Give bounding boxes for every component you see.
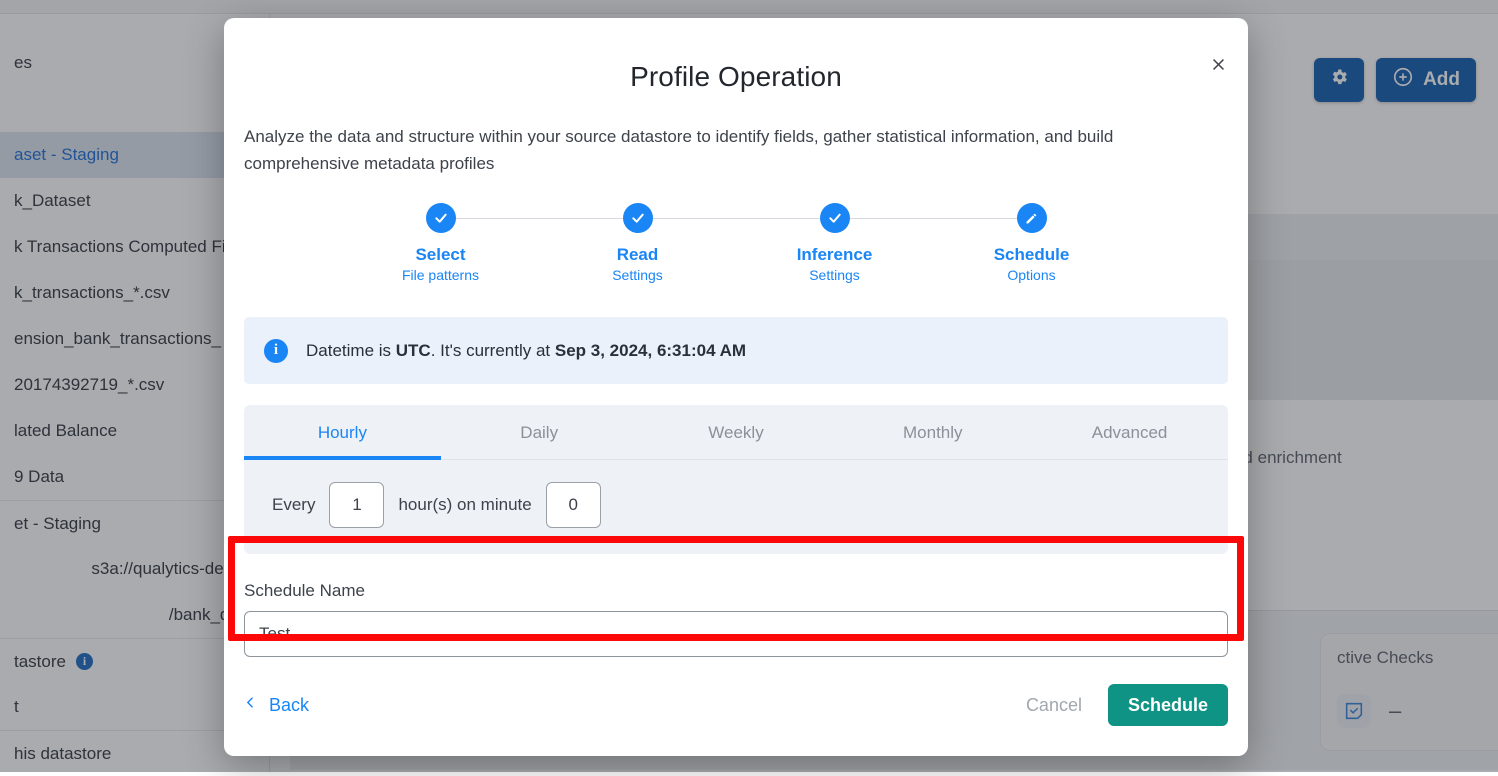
cancel-button[interactable]: Cancel [1018, 685, 1090, 726]
stepper-connector [846, 218, 1019, 219]
close-icon[interactable] [1202, 48, 1234, 80]
frequency-prefix-label: Every [272, 495, 315, 515]
datetime-info-text: Datetime is UTC. It's currently at Sep 3… [306, 341, 746, 361]
datetime-timezone: UTC [396, 341, 431, 360]
stepper-step-inference[interactable]: Inference Settings [736, 203, 933, 285]
stepper-step-sublabel: Settings [612, 266, 663, 285]
stepper-step-read[interactable]: Read Settings [539, 203, 736, 285]
back-button[interactable]: Back [244, 694, 309, 716]
frequency-tabs: Hourly Daily Weekly Monthly Advanced [244, 405, 1228, 460]
chevron-left-icon [244, 694, 257, 716]
profile-operation-modal: Profile Operation Analyze the data and s… [224, 18, 1248, 756]
check-icon [820, 203, 850, 233]
pencil-icon [1017, 203, 1047, 233]
datetime-value: Sep 3, 2024, 6:31:04 AM [555, 341, 746, 360]
modal-footer: Back Cancel Schedule [224, 654, 1248, 756]
modal-title: Profile Operation [224, 18, 1248, 93]
wizard-stepper: Select File patterns Read Settings Infer… [342, 203, 1130, 285]
stepper-step-label: Read [617, 245, 659, 265]
hours-interval-input[interactable] [329, 482, 384, 528]
stepper-step-label: Schedule [994, 245, 1070, 265]
footer-actions: Cancel Schedule [1018, 684, 1228, 726]
stepper-step-label: Inference [797, 245, 873, 265]
frequency-middle-label: hour(s) on minute [398, 495, 531, 515]
check-icon [426, 203, 456, 233]
datetime-prefix: Datetime is [306, 341, 396, 360]
stepper-step-label: Select [415, 245, 465, 265]
datetime-middle: . It's currently at [431, 341, 555, 360]
schedule-name-highlight-box [228, 536, 1244, 641]
tab-daily[interactable]: Daily [441, 405, 638, 459]
schedule-button[interactable]: Schedule [1108, 684, 1228, 726]
stepper-step-schedule[interactable]: Schedule Options [933, 203, 1130, 285]
stepper-step-sublabel: Options [1007, 266, 1055, 285]
minute-input[interactable] [546, 482, 601, 528]
tab-monthly[interactable]: Monthly [834, 405, 1031, 459]
stepper-connector [452, 218, 625, 219]
tab-weekly[interactable]: Weekly [638, 405, 835, 459]
check-icon [623, 203, 653, 233]
stepper-step-sublabel: File patterns [402, 266, 479, 285]
stepper-step-sublabel: Settings [809, 266, 860, 285]
datetime-info-banner: i Datetime is UTC. It's currently at Sep… [244, 317, 1228, 384]
tab-advanced[interactable]: Advanced [1031, 405, 1228, 459]
schedule-frequency-panel: Hourly Daily Weekly Monthly Advanced Eve… [244, 405, 1228, 554]
tab-hourly[interactable]: Hourly [244, 405, 441, 459]
stepper-step-select[interactable]: Select File patterns [342, 203, 539, 285]
back-button-label: Back [269, 695, 309, 716]
stepper-connector [649, 218, 822, 219]
modal-description: Analyze the data and structure within yo… [244, 123, 1228, 177]
info-icon: i [264, 339, 288, 363]
